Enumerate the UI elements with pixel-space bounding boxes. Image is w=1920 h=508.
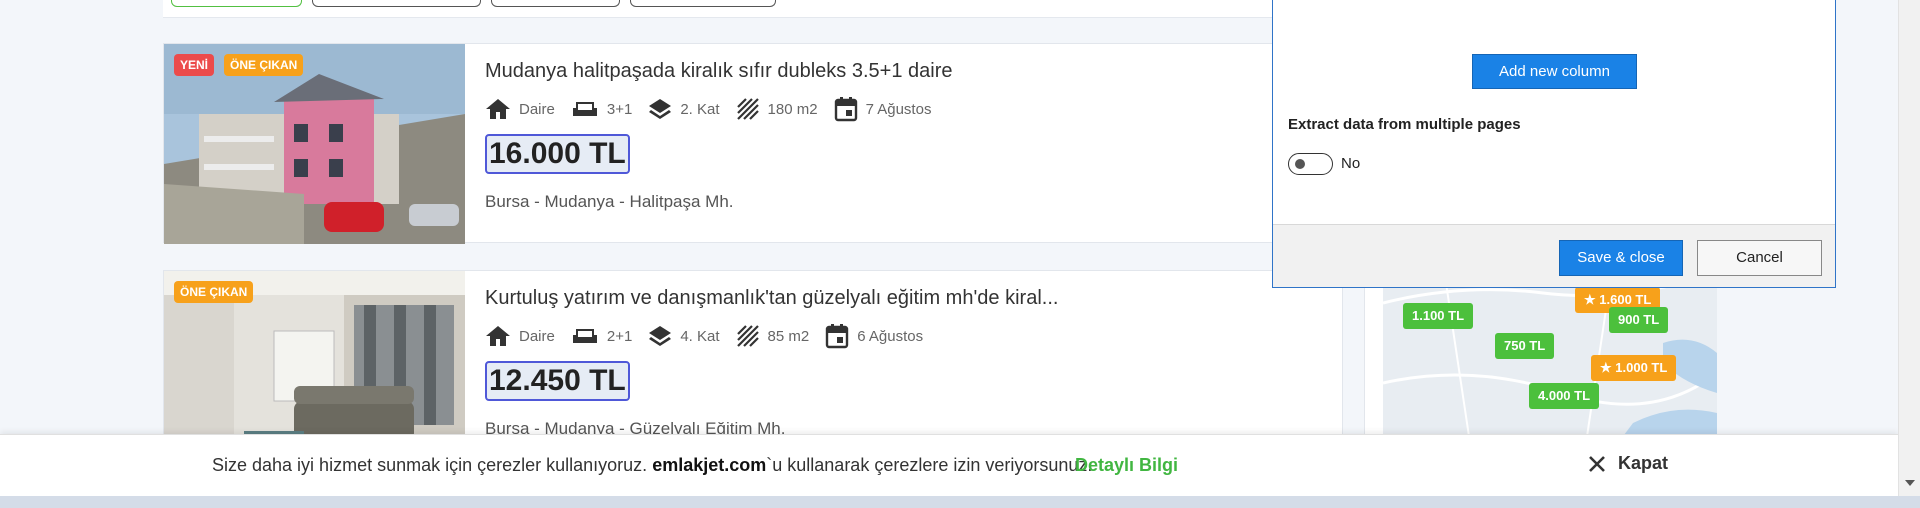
badge-featured: ÖNE ÇIKAN: [224, 54, 304, 76]
feature-type-label: Daire: [519, 327, 555, 345]
dialog-footer: Save & close Cancel: [1273, 224, 1835, 287]
feature-area-label: 180 m2: [767, 100, 818, 118]
feature-date: 6 Ağustos: [825, 323, 923, 349]
feature-rooms: 2+1: [571, 325, 632, 347]
cancel-button[interactable]: Cancel: [1697, 240, 1822, 276]
calendar-icon: [834, 97, 857, 122]
badge-new: YENİ: [174, 54, 215, 76]
cookie-site-name: emlakjet.com: [652, 455, 767, 475]
listing-features: Daire 3+1 2. Kat 180 m2 7 Ağustos: [485, 96, 947, 122]
cookie-close-label: Kapat: [1618, 453, 1669, 473]
map-pin[interactable]: 900 TL: [1609, 307, 1669, 333]
toggle-knob: [1295, 159, 1305, 169]
map-pin[interactable]: 1.100 TL: [1403, 303, 1474, 329]
taskbar-strip: [0, 496, 1920, 508]
feature-floor-label: 2. Kat: [680, 100, 720, 118]
cookie-consent-bar: Size daha iyi hizmet sunmak için çerezle…: [0, 434, 1898, 496]
feature-floor-label: 4. Kat: [680, 327, 720, 345]
feature-type: Daire: [485, 97, 555, 121]
scraper-settings-dialog: Add new column Extract data from multipl…: [1272, 0, 1836, 288]
filter-chip[interactable]: [312, 0, 481, 7]
calendar-icon: [826, 324, 849, 349]
listing-title[interactable]: Kurtuluş yatırım ve danışmanlık'tan güze…: [485, 287, 1058, 310]
feature-type-label: Daire: [519, 100, 555, 118]
listing-title[interactable]: Mudanya halitpaşada kiralık sıfır dublek…: [485, 60, 953, 83]
home-icon: [486, 326, 510, 346]
scroll-down-arrow[interactable]: [1905, 480, 1915, 486]
map-pin-label: 1.100 TL: [1412, 308, 1465, 323]
save-close-button[interactable]: Save & close: [1559, 240, 1683, 276]
page-scrollbar[interactable]: [1898, 0, 1920, 496]
map-canvas[interactable]: ★ 1.600 TL 1.100 TL 900 TL 750 TL ★ 1.00…: [1383, 263, 1717, 463]
feature-area: 180 m2: [736, 97, 818, 121]
feature-date: 7 Ağustos: [834, 96, 932, 122]
listing-location: Bursa - Mudanya - Halitpaşa Mh.: [485, 192, 734, 211]
filter-chip[interactable]: [491, 0, 620, 7]
feature-area-label: 85 m2: [767, 327, 810, 345]
sofa-icon: [572, 329, 597, 343]
layers-icon: [649, 326, 672, 346]
feature-floor: 2. Kat: [648, 97, 720, 121]
listing-card[interactable]: YENİ ÖNE ÇIKAN Mudanya halitpaşada kiral…: [163, 43, 1343, 244]
listing-photo[interactable]: YENİ ÖNE ÇIKAN: [164, 44, 465, 244]
filter-bar: [163, 0, 1393, 18]
layers-icon: [649, 99, 672, 119]
badge-featured: ÖNE ÇIKAN: [174, 281, 254, 303]
feature-rooms: 3+1: [571, 98, 632, 120]
feature-date-label: 6 Ağustos: [857, 327, 924, 345]
cookie-message: Size daha iyi hizmet sunmak için çerezle…: [212, 455, 1092, 476]
listing-price: 16.000 TL: [485, 134, 630, 174]
filter-chip[interactable]: [171, 0, 302, 7]
feature-rooms-label: 3+1: [606, 100, 633, 118]
multi-page-label: Extract data from multiple pages: [1288, 116, 1521, 133]
map-pin-label: 1.000 TL: [1615, 360, 1668, 375]
map-pin-label: 900 TL: [1618, 312, 1660, 327]
feature-rooms-label: 2+1: [606, 327, 633, 345]
cookie-text-after: `u kullanarak çerezlere izin veriyorsunu…: [766, 455, 1093, 475]
map-pin[interactable]: 750 TL: [1495, 333, 1555, 359]
sofa-icon: [572, 102, 597, 116]
feature-floor: 4. Kat: [648, 324, 720, 348]
listing-price: 12.450 TL: [485, 361, 630, 401]
cookie-close-button[interactable]: Kapat: [1588, 453, 1668, 474]
multi-page-value: No: [1341, 155, 1361, 172]
close-x-icon: [1589, 455, 1605, 472]
map-pin-label: 750 TL: [1504, 338, 1546, 353]
feature-date-label: 7 Ağustos: [865, 100, 932, 118]
map-preview[interactable]: ★ 1.600 TL 1.100 TL 900 TL 750 TL ★ 1.00…: [1364, 262, 1717, 463]
home-icon: [486, 99, 510, 119]
listing-features: Daire 2+1 4. Kat 85 m2 6 Ağustos: [485, 323, 939, 349]
multi-page-toggle[interactable]: [1288, 153, 1333, 175]
area-hatch-icon: [736, 98, 759, 120]
add-column-button[interactable]: Add new column: [1472, 54, 1637, 89]
map-pin[interactable]: ★ 1.000 TL: [1591, 355, 1677, 381]
map-pin-label: 1.600 TL: [1599, 292, 1652, 307]
map-pin-label: 4.000 TL: [1538, 388, 1591, 403]
area-hatch-icon: [736, 325, 759, 347]
feature-area: 85 m2: [736, 324, 810, 348]
feature-type: Daire: [485, 324, 555, 348]
filter-chip[interactable]: [630, 0, 776, 7]
cookie-text-before: Size daha iyi hizmet sunmak için çerezle…: [212, 455, 648, 475]
map-pin[interactable]: 4.000 TL: [1529, 383, 1600, 409]
cookie-details-link[interactable]: Detaylı Bilgi: [1075, 455, 1178, 476]
